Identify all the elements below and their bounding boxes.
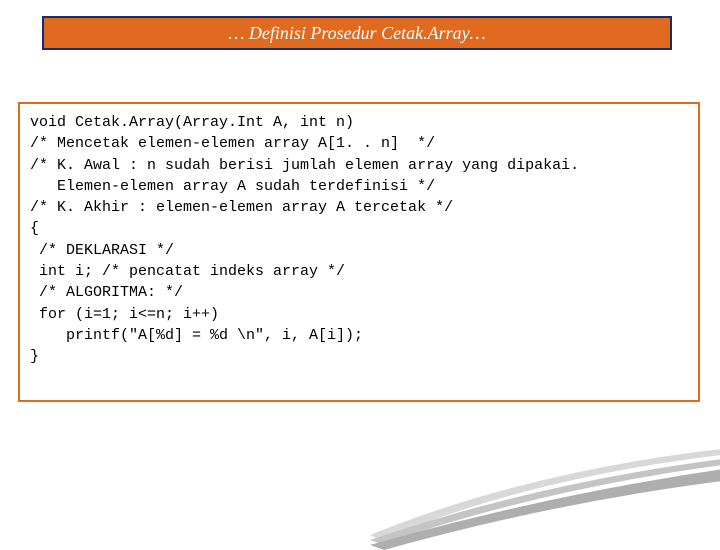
code-panel: void Cetak.Array(Array.Int A, int n) /* … bbox=[18, 102, 700, 402]
code-line: /* ALGORITMA: */ bbox=[30, 284, 183, 301]
code-line: /* K. Akhir : elemen-elemen array A terc… bbox=[30, 199, 453, 216]
title-banner: … Definisi Prosedur Cetak.Array… bbox=[42, 16, 672, 50]
code-line: /* K. Awal : n sudah berisi jumlah eleme… bbox=[30, 157, 579, 174]
code-line: } bbox=[30, 348, 39, 365]
title-text: … Definisi Prosedur Cetak.Array… bbox=[228, 23, 485, 44]
code-line: void Cetak.Array(Array.Int A, int n) bbox=[30, 114, 354, 131]
code-line: /* DEKLARASI */ bbox=[30, 242, 174, 259]
code-line: int i; /* pencatat indeks array */ bbox=[30, 263, 345, 280]
code-line: { bbox=[30, 220, 39, 237]
code-line: printf("A[%d] = %d \n", i, A[i]); bbox=[30, 327, 363, 344]
code-line: for (i=1; i<=n; i++) bbox=[30, 306, 219, 323]
decorative-swoosh bbox=[370, 440, 720, 550]
code-listing: void Cetak.Array(Array.Int A, int n) /* … bbox=[30, 112, 688, 368]
code-line: Elemen-elemen array A sudah terdefinisi … bbox=[30, 178, 435, 195]
code-line: /* Mencetak elemen-elemen array A[1. . n… bbox=[30, 135, 435, 152]
